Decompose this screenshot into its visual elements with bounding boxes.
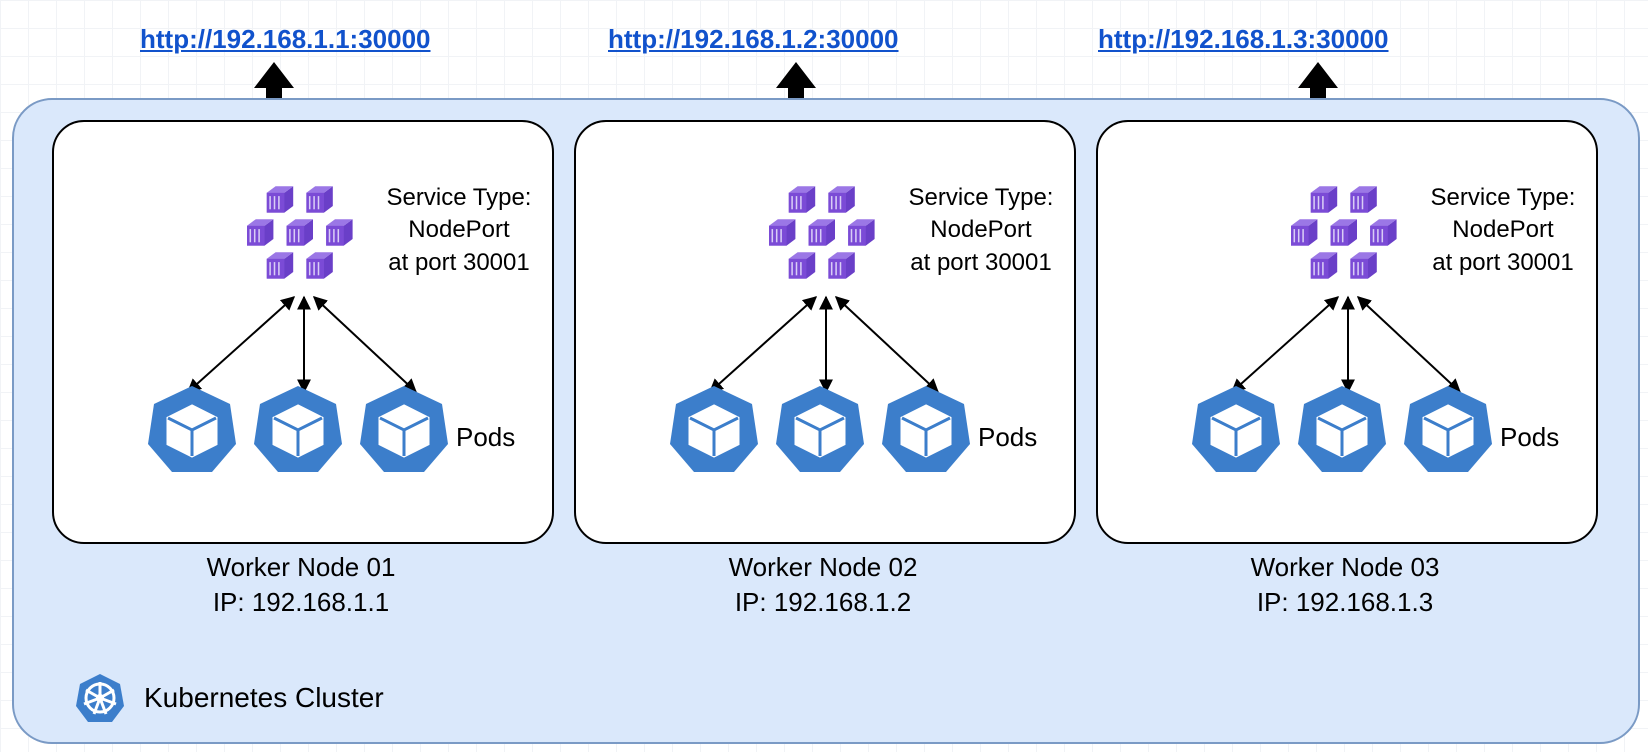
pods-label: Pods — [1500, 422, 1559, 453]
worker-node-2-ip: IP: 192.168.1.2 — [735, 587, 911, 617]
service-type-line1: Service Type: — [909, 184, 1054, 211]
pod-icon — [878, 382, 974, 478]
containers-icon — [214, 174, 379, 304]
node-url-2[interactable]: http://192.168.1.2:30000 — [608, 24, 899, 55]
node-url-1[interactable]: http://192.168.1.1:30000 — [140, 24, 431, 55]
service-type-line1: Service Type: — [1431, 184, 1576, 211]
service-type-label: Service Type: NodePort at port 30001 — [364, 182, 554, 279]
worker-node-1-ip: IP: 192.168.1.1 — [213, 587, 389, 617]
service-type-line3: at port 30001 — [388, 249, 529, 276]
service-type-line2: NodePort — [1452, 216, 1553, 243]
pods-label: Pods — [456, 422, 515, 453]
worker-node-2-name: Worker Node 02 — [729, 552, 918, 582]
service-type-line3: at port 30001 — [910, 249, 1051, 276]
containers-icon — [736, 174, 901, 304]
node-url-3[interactable]: http://192.168.1.3:30000 — [1098, 24, 1389, 55]
containers-icon — [1258, 174, 1423, 304]
worker-node-1: Service Type: NodePort at port 30001 Pod… — [52, 120, 554, 544]
pod-icon — [1400, 382, 1496, 478]
worker-node-3-name: Worker Node 03 — [1251, 552, 1440, 582]
pod-icon — [772, 382, 868, 478]
worker-node-2-caption: Worker Node 02 IP: 192.168.1.2 — [574, 550, 1072, 620]
pod-icon — [1188, 382, 1284, 478]
service-type-line3: at port 30001 — [1432, 249, 1573, 276]
worker-node-3-ip: IP: 192.168.1.3 — [1257, 587, 1433, 617]
service-type-label: Service Type: NodePort at port 30001 — [886, 182, 1076, 279]
worker-node-3: Service Type: NodePort at port 30001 Pod… — [1096, 120, 1598, 544]
worker-node-2: Service Type: NodePort at port 30001 Pod… — [574, 120, 1076, 544]
pods-label: Pods — [978, 422, 1037, 453]
pods-row — [144, 382, 452, 478]
service-type-line2: NodePort — [930, 216, 1031, 243]
pods-row — [1188, 382, 1496, 478]
service-type-line2: NodePort — [408, 216, 509, 243]
worker-node-3-caption: Worker Node 03 IP: 192.168.1.3 — [1096, 550, 1594, 620]
pod-icon — [356, 382, 452, 478]
pod-icon — [250, 382, 346, 478]
cluster-title: Kubernetes Cluster — [144, 682, 384, 714]
cluster-label: Kubernetes Cluster — [74, 672, 384, 724]
kubernetes-logo-icon — [74, 672, 126, 724]
pod-icon — [144, 382, 240, 478]
worker-node-1-caption: Worker Node 01 IP: 192.168.1.1 — [52, 550, 550, 620]
service-type-label: Service Type: NodePort at port 30001 — [1408, 182, 1598, 279]
worker-node-1-name: Worker Node 01 — [207, 552, 396, 582]
pod-icon — [1294, 382, 1390, 478]
service-type-line1: Service Type: — [387, 184, 532, 211]
pod-icon — [666, 382, 762, 478]
pods-row — [666, 382, 974, 478]
kubernetes-cluster: Service Type: NodePort at port 30001 Pod… — [12, 98, 1640, 744]
